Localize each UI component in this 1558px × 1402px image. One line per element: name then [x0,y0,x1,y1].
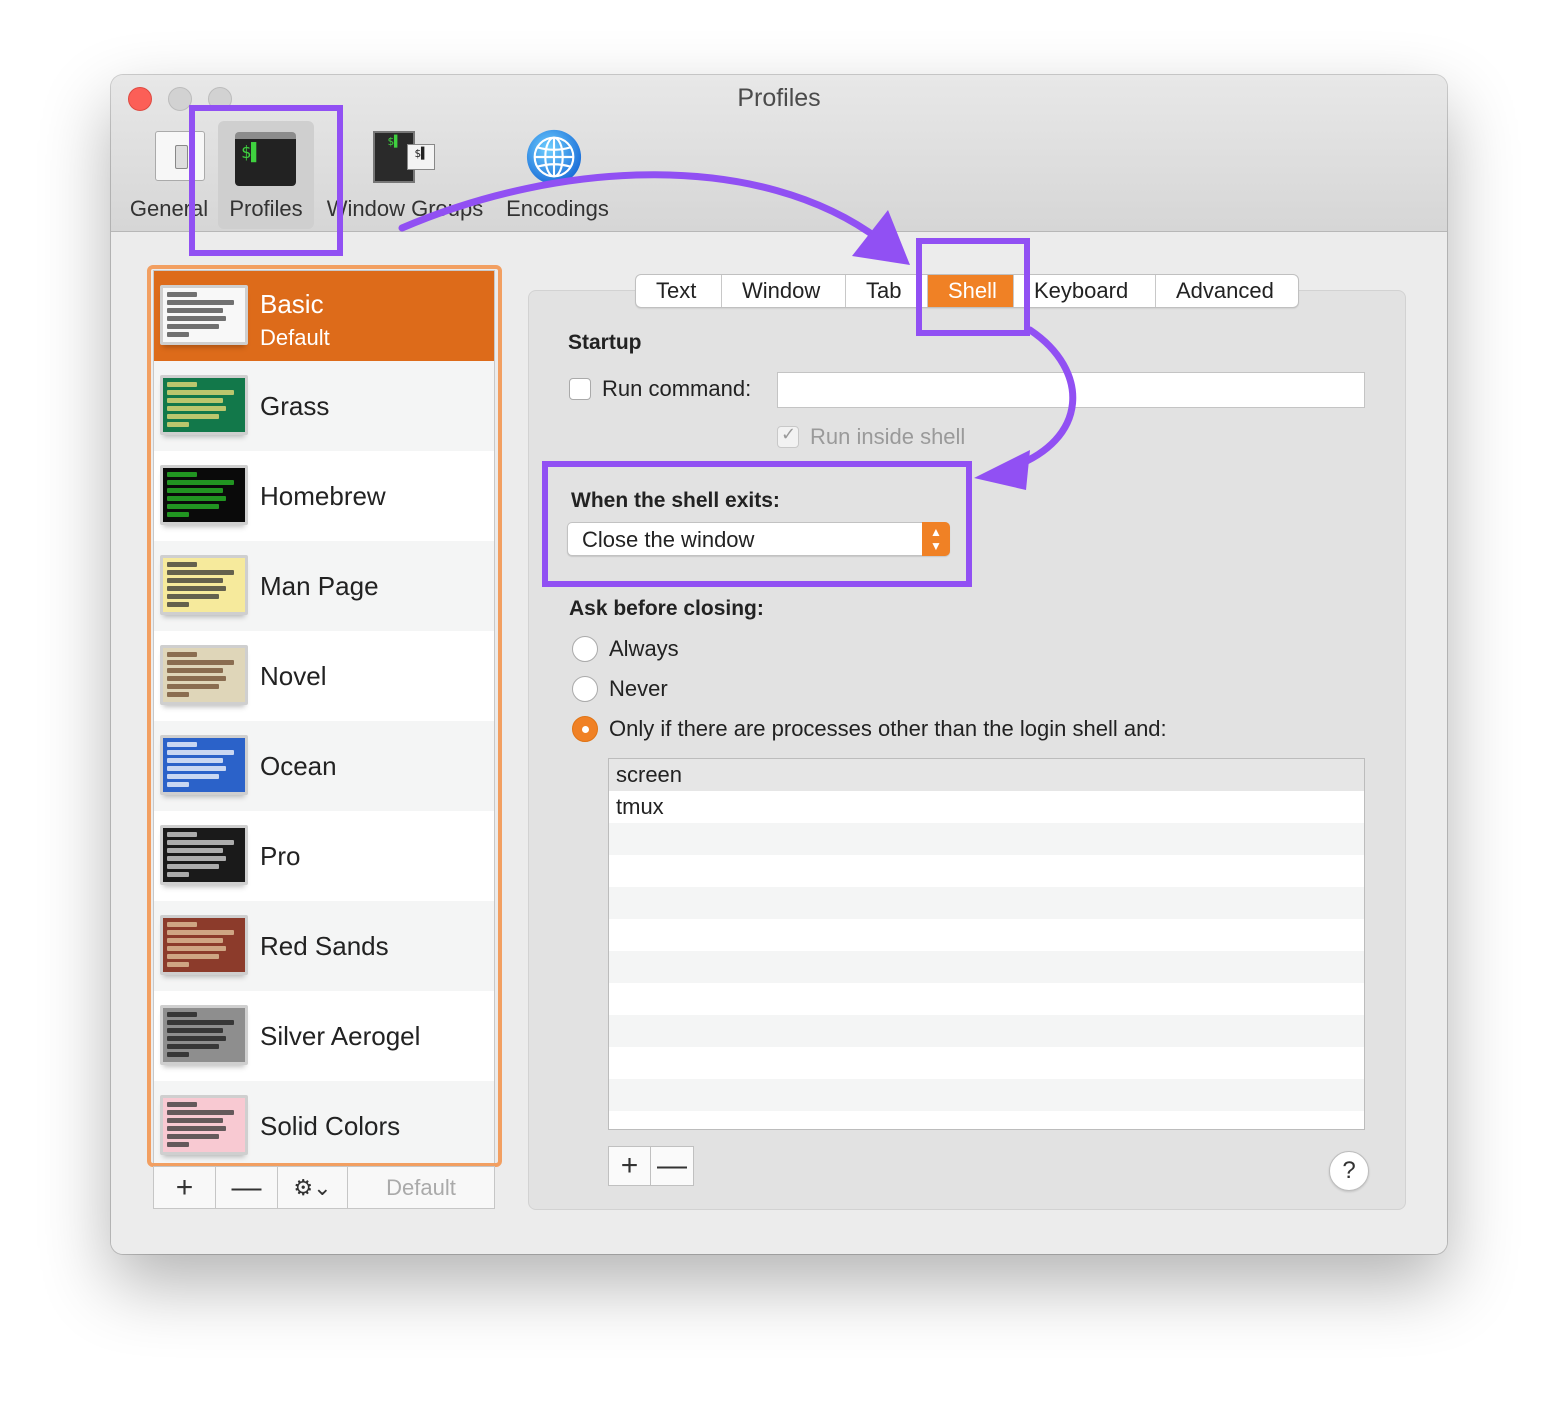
profile-row[interactable]: Solid Colors [154,1081,494,1169]
window-title: Profiles [737,84,821,112]
profile-name: Red Sands [260,931,389,961]
profile-row[interactable]: Red Sands [154,901,494,991]
profile-name: Man Page [260,571,379,601]
toolbar-window-groups[interactable]: $▌ $▌ Window Groups [321,121,489,229]
profile-row[interactable]: Silver Aerogel [154,991,494,1081]
profile-thumbnail [160,1095,248,1155]
profiles-content: Basic Default Grass Homebrew Man Page Novel Oc… [111,232,1447,1254]
profile-name: Basic [260,289,324,319]
radio-only-if-processes[interactable] [572,716,598,742]
profile-actions-menu[interactable]: ⚙⌄ [278,1167,348,1208]
profile-row[interactable]: Pro [154,811,494,901]
settings-tabs: Text Window Tab Shell Keyboard Advanced [635,274,1299,308]
process-list-buttons: + — [608,1146,694,1186]
set-default-button[interactable]: Default [348,1167,494,1208]
add-process-button[interactable]: + [609,1147,651,1185]
profile-thumbnail [160,375,248,435]
profile-thumbnail [160,555,248,615]
process-row[interactable] [609,1079,1364,1111]
profile-thumbnail [160,915,248,975]
tab-shell[interactable]: Shell [928,275,1014,307]
profile-name: Grass [260,391,330,421]
profile-list-buttons: + — ⚙⌄ Default [153,1166,495,1209]
process-row[interactable] [609,855,1364,887]
process-row[interactable] [609,1015,1364,1047]
toolbar-profiles[interactable]: $▌ Profiles [218,121,314,229]
process-row[interactable] [609,919,1364,951]
preferences-window: Profiles General $▌ Profiles $▌ $▌ Window… [111,75,1447,1254]
tab-tab[interactable]: Tab [846,275,928,307]
tab-advanced[interactable]: Advanced [1156,275,1298,307]
window-groups-icon: $▌ $▌ [373,131,437,185]
run-command-field[interactable] [777,372,1365,408]
profile-thumbnail [160,735,248,795]
profile-name: Solid Colors [260,1111,401,1141]
process-row[interactable] [609,1111,1364,1129]
profile-name: Novel [260,661,327,691]
process-row[interactable] [609,823,1364,855]
chevron-updown-icon: ▲ ▼ [922,522,950,556]
run-inside-shell-checkbox[interactable] [777,424,799,448]
run-inside-shell-label: Run inside shell [810,424,966,449]
toolbar-window-groups-label: Window Groups [326,196,484,221]
tab-text[interactable]: Text [636,275,722,307]
profile-row[interactable]: Grass [154,361,494,451]
profile-row[interactable]: Basic Default [154,271,494,361]
toolbar-general-label: General [129,196,209,221]
process-list[interactable]: screen tmux [608,758,1365,1130]
profile-row[interactable]: Homebrew [154,451,494,541]
profile-thumbnail [160,1005,248,1065]
profile-thumbnail [160,285,248,345]
process-row[interactable] [609,1047,1364,1079]
profile-name: Silver Aerogel [260,1021,421,1051]
remove-profile-button[interactable]: — [216,1167,278,1208]
profile-thumbnail [160,825,248,885]
run-command-label: Run command: [602,376,752,401]
radio-never[interactable] [572,676,598,702]
process-row[interactable] [609,887,1364,919]
terminal-icon: $▌ [235,132,296,186]
profile-name: Homebrew [260,481,386,511]
switch-icon [155,131,205,181]
tab-window[interactable]: Window [722,275,846,307]
profile-name: Ocean [260,751,337,781]
process-row[interactable] [609,951,1364,983]
help-button[interactable]: ? [1329,1151,1369,1191]
profile-thumbnail [160,645,248,705]
globe-icon [526,129,582,185]
toolbar-profiles-label: Profiles [229,196,303,221]
toolbar-general[interactable]: General [125,121,213,229]
shell-exits-heading: When the shell exits: [571,489,780,512]
process-row[interactable]: tmux [609,791,1364,823]
toolbar-encodings[interactable]: Encodings [500,121,615,229]
radio-always[interactable] [572,636,598,662]
ask-closing-heading: Ask before closing: [569,597,764,620]
profile-thumbnail [160,465,248,525]
process-row[interactable] [609,983,1364,1015]
radio-always-label: Always [609,636,679,661]
shell-exits-popup[interactable]: Close the window ▲ ▼ [567,522,950,556]
profile-default-label: Default [260,325,330,350]
toolbar-encodings-label: Encodings [506,196,609,221]
profile-row[interactable]: Ocean [154,721,494,811]
process-row[interactable]: screen [609,759,1364,791]
run-command-checkbox[interactable] [569,378,591,400]
titlebar: Profiles General $▌ Profiles $▌ $▌ Window… [111,75,1447,232]
profile-row[interactable]: Man Page [154,541,494,631]
shell-exits-value: Close the window [582,527,755,552]
radio-never-label: Never [609,676,668,701]
tab-keyboard[interactable]: Keyboard [1014,275,1156,307]
profile-list[interactable]: Basic Default Grass Homebrew Man Page Novel Oc… [153,270,495,1170]
profile-name: Pro [260,841,301,871]
profile-row[interactable]: Novel [154,631,494,721]
radio-only-if-processes-label: Only if there are processes other than t… [609,716,1167,741]
startup-heading: Startup [568,331,642,354]
remove-process-button[interactable]: — [651,1147,693,1185]
add-profile-button[interactable]: + [154,1167,216,1208]
